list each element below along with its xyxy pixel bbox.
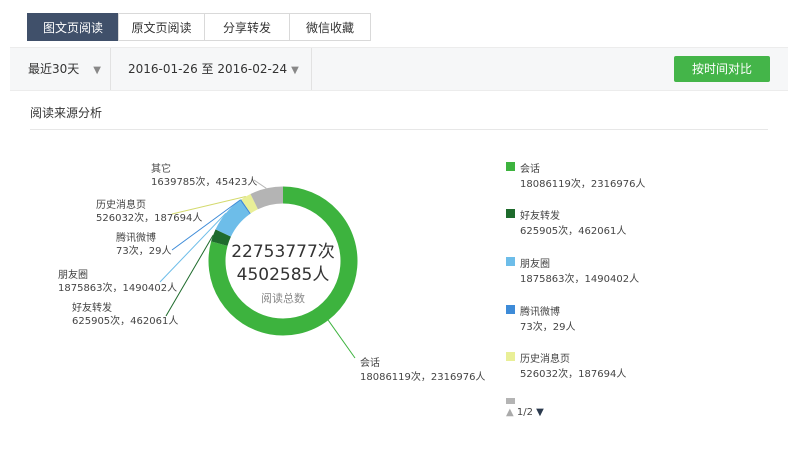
dropdown-arrow-icon: ▼ (291, 65, 299, 76)
read-source-pie-chart: 22753777次 4502585人 阅读总数 其它 1639785次，4542… (58, 162, 485, 383)
callout-friend-value: 625905次，462061人 (72, 314, 178, 327)
legend-swatch (506, 398, 515, 404)
callout-history-name: 历史消息页 (96, 198, 146, 211)
pie-slice-4[interactable] (241, 193, 259, 214)
legend-value: 73次，29人 (520, 322, 576, 333)
legend-name: 会话 (520, 164, 540, 175)
tab-favorites[interactable]: 微信收藏 (289, 13, 371, 41)
leader-line-1 (165, 235, 214, 317)
legend-name: 好友转发 (520, 211, 560, 222)
date-range-label: 2016-01-26 至 2016-02-24 (128, 62, 288, 76)
callout-moments-value: 1875863次，1490402人 (58, 281, 177, 294)
legend-value: 1875863次，1490402人 (520, 274, 640, 285)
legend-swatch (506, 352, 515, 361)
callout-weibo-value: 73次，29人 (116, 244, 171, 257)
center-total-people: 4502585人 (237, 265, 330, 285)
filter-bar: 最近30天 ▼ 2016-01-26 至 2016-02-24 ▼ 按时间对比 (10, 47, 788, 91)
range-select-label: 最近30天 (28, 62, 80, 76)
pie-slice-5[interactable] (250, 186, 284, 210)
dropdown-arrow-icon: ▼ (93, 65, 101, 76)
tab-shares[interactable]: 分享转发 (204, 13, 290, 41)
pie-slice-2[interactable] (215, 200, 251, 237)
divider (311, 48, 312, 90)
legend-swatch (506, 305, 515, 314)
callout-moments-name: 朋友圈 (58, 268, 88, 281)
callout-other-name: 其它 (151, 162, 171, 175)
legend-name: 朋友圈 (520, 259, 550, 270)
legend-name: 历史消息页 (520, 354, 570, 365)
center-label: 阅读总数 (261, 291, 305, 305)
compare-by-time-button[interactable]: 按时间对比 (674, 56, 770, 82)
pager-text: 1/2 (516, 407, 533, 418)
callout-session-name: 会话 (360, 356, 380, 369)
legend-value: 18086119次，2316976人 (520, 179, 646, 190)
tab-bar: 图文页阅读 原文页阅读 分享转发 微信收藏 (27, 13, 371, 41)
legend-value: 625905次，462061人 (520, 226, 627, 237)
pie-slice-3[interactable] (239, 199, 251, 215)
date-range-picker[interactable]: 2016-01-26 至 2016-02-24 ▼ (128, 48, 299, 90)
callout-weibo-name: 腾讯微博 (116, 231, 156, 244)
legend-item-partial (506, 398, 546, 404)
divider (110, 48, 111, 90)
legend-swatch (506, 209, 515, 218)
callout-history-value: 526032次，187694人 (96, 211, 202, 224)
legend-pager: ▲ 1/2 ▼ (506, 407, 544, 418)
legend-swatch (506, 162, 515, 171)
legend-name: 腾讯微博 (520, 307, 560, 318)
center-total-reads: 22753777次 (231, 242, 335, 262)
section-title: 阅读来源分析 (30, 106, 103, 120)
tab-article-reads[interactable]: 图文页阅读 (27, 13, 119, 41)
legend-swatch (506, 257, 515, 266)
page-up-icon[interactable]: ▲ (506, 407, 514, 418)
page-down-icon[interactable]: ▼ (536, 407, 544, 418)
callout-other-value: 1639785次，45423人 (151, 175, 257, 188)
callout-friend-name: 好友转发 (72, 301, 112, 314)
tab-original-reads[interactable]: 原文页阅读 (118, 13, 205, 41)
callout-session-value: 18086119次，2316976人 (360, 370, 485, 383)
leader-line-0 (327, 319, 356, 359)
legend-value: 526032次，187694人 (520, 369, 627, 380)
pie-slice-1[interactable] (211, 229, 232, 247)
range-select[interactable]: 最近30天 ▼ (28, 48, 101, 90)
